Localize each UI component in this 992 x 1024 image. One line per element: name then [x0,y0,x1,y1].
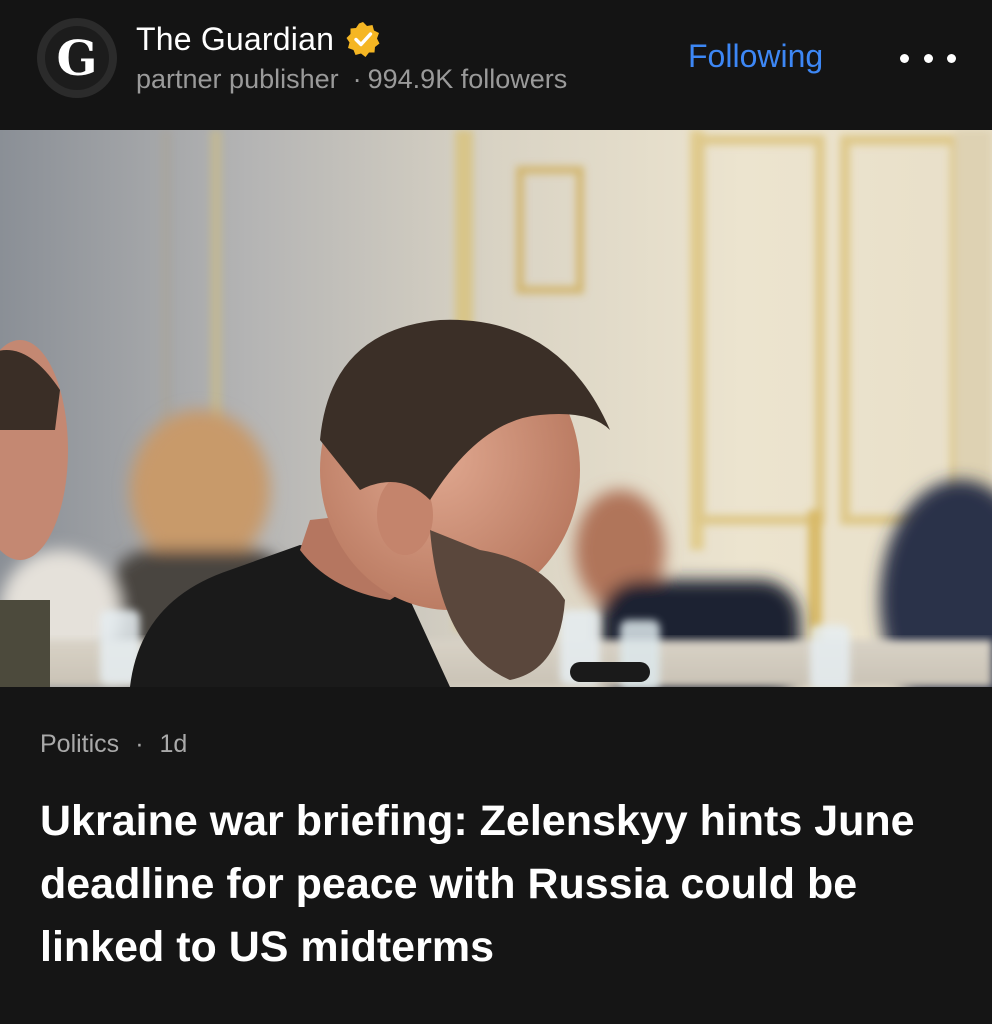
publisher-logo-inner: G [45,26,109,90]
follower-count: 994.9K followers [367,64,568,94]
article-card: G The Guardian partner publisher · 994.9K … [0,0,992,1024]
publisher-logo-letter: G [56,31,98,87]
following-button[interactable]: Following [688,38,823,75]
more-dot-icon [900,53,909,63]
article-photo [0,130,992,687]
verified-badge-icon [346,22,380,57]
article-age: 1d [159,730,188,758]
publisher-name-row: The Guardian [136,20,382,58]
meta-separator: · [135,730,144,758]
more-dot-icon [947,53,956,63]
publisher-name[interactable]: The Guardian [136,21,334,58]
more-options-button[interactable] [900,40,956,76]
publisher-logo[interactable]: G [37,18,117,98]
article-meta: Politics · 1d [40,730,187,759]
meta-separator: · [352,64,362,94]
article-category[interactable]: Politics [40,730,119,758]
publisher-role: partner publisher [136,64,339,94]
publisher-meta: partner publisher · 994.9K followers [136,64,567,95]
article-image[interactable] [0,130,992,687]
publisher-header: G The Guardian partner publisher · 994.9K … [0,0,992,130]
article-headline[interactable]: Ukraine war briefing: Zelenskyy hints Ju… [40,790,940,979]
more-dot-icon [923,53,933,63]
